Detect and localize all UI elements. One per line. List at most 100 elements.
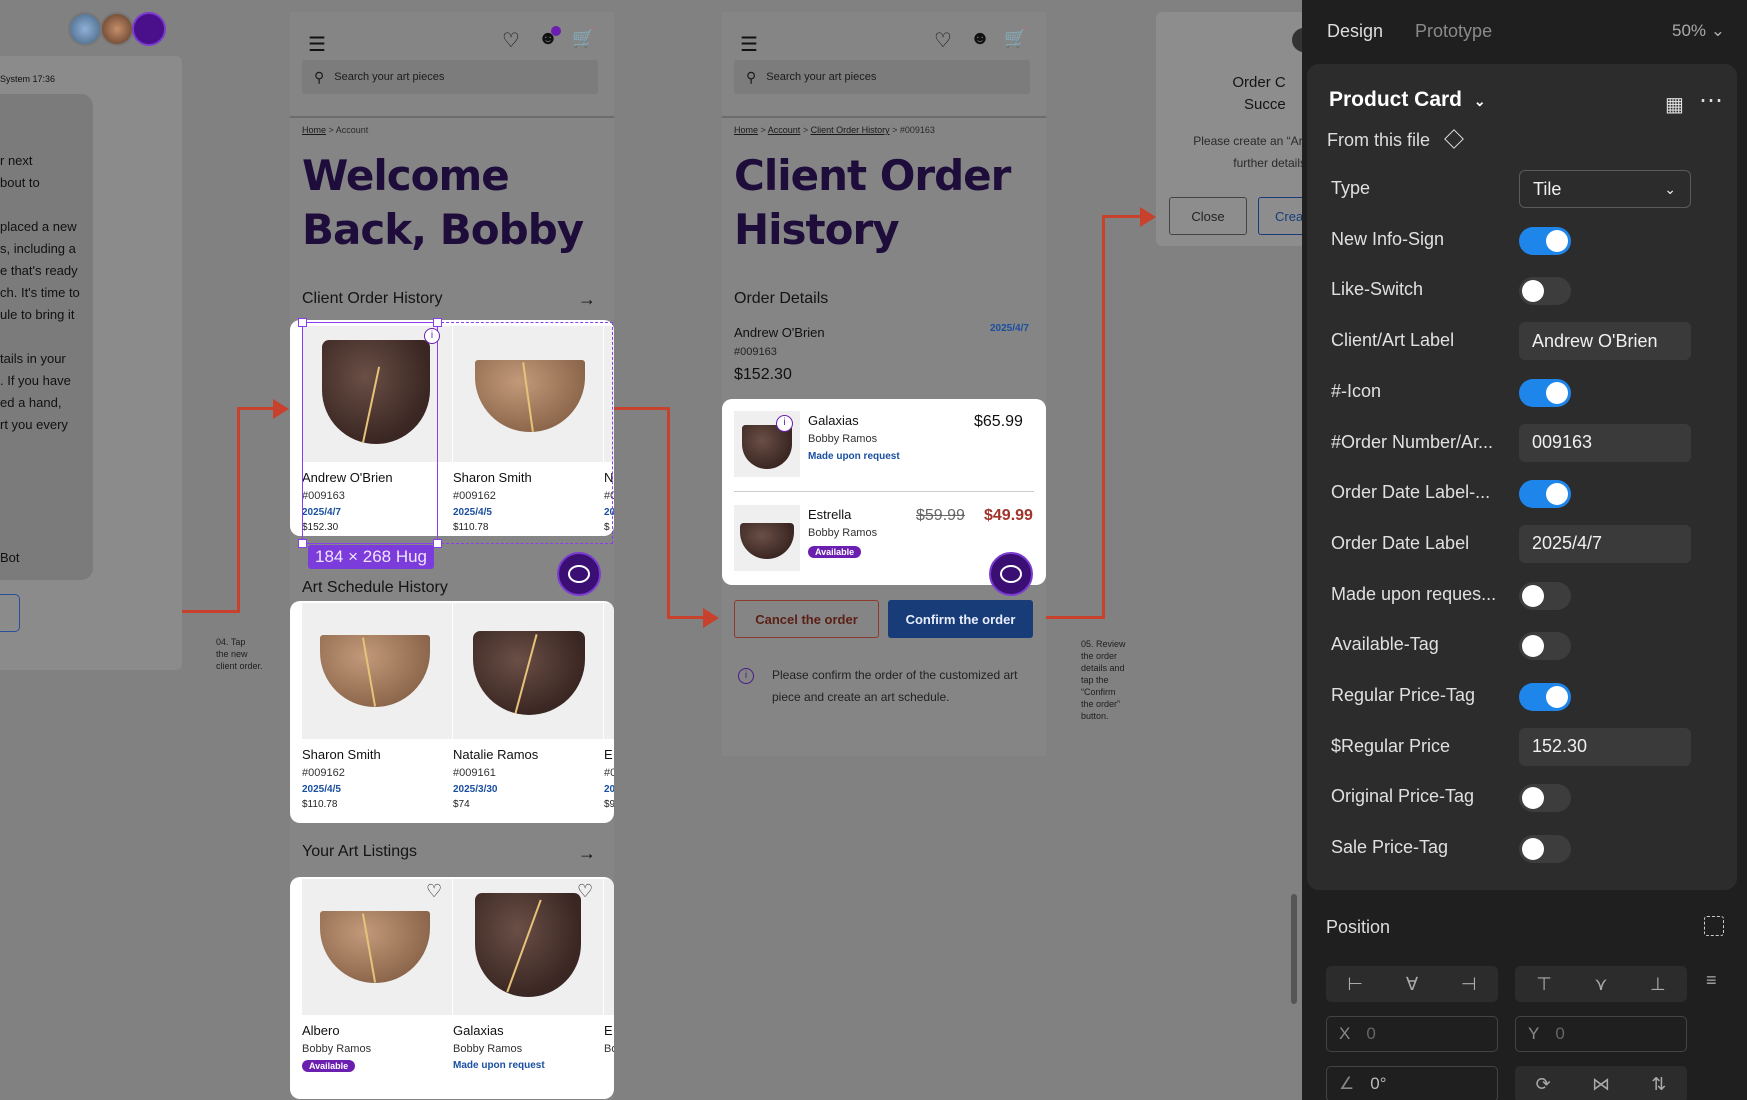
order-item[interactable]: Estrella Bobby Ramos Available $59.99 $4…: [734, 505, 1034, 575]
chat-icon[interactable]: [132, 12, 166, 46]
property-toggle[interactable]: [1519, 581, 1571, 610]
cancel-order-button[interactable]: Cancel the order: [734, 600, 879, 638]
menu-icon[interactable]: ☰: [740, 32, 758, 57]
grid-icon[interactable]: ▦: [1665, 92, 1684, 117]
order-item[interactable]: i Galaxias Bobby Ramos Made upon request…: [734, 411, 1034, 491]
breadcrumb-home[interactable]: Home: [734, 125, 758, 135]
align-bottom-icon[interactable]: ⊥: [1650, 974, 1666, 995]
note-line: details and: [1081, 663, 1125, 673]
component-title[interactable]: Product Card ⌄: [1329, 88, 1486, 112]
heart-icon[interactable]: ♡: [934, 28, 952, 53]
y-input[interactable]: Y 0: [1515, 1016, 1687, 1052]
artist-name: Bobby Ramos: [302, 1043, 372, 1055]
schedule-carousel[interactable]: Sharon Smith #009162 2025/4/5 $110.78 Na…: [290, 601, 614, 823]
align-top-icon[interactable]: ⊤: [1536, 974, 1552, 995]
heart-icon[interactable]: ♡: [502, 28, 520, 53]
flip-vertical-icon[interactable]: ⇅: [1651, 1074, 1666, 1095]
align-right-icon[interactable]: ⊣: [1461, 974, 1477, 995]
breadcrumb-account[interactable]: Account: [768, 125, 801, 135]
info-icon: i: [738, 668, 754, 684]
x-input[interactable]: X 0: [1326, 1016, 1498, 1052]
property-field[interactable]: Andrew O'Brien: [1519, 322, 1691, 361]
art-name: Galaxias: [808, 413, 859, 428]
canvas-scrollbar[interactable]: [1291, 894, 1297, 1004]
schedule-card[interactable]: E #0 20 $9: [604, 603, 614, 810]
component-source[interactable]: From this file: [1327, 129, 1464, 151]
art-name: Estrella: [808, 507, 852, 522]
property-toggle[interactable]: [1519, 683, 1571, 711]
listing-card[interactable]: ♡ Albero Bobby Ramos Available: [302, 879, 452, 1074]
property-toggle[interactable]: [1519, 632, 1571, 661]
property-toggle[interactable]: [1519, 480, 1571, 509]
close-dialog-icon[interactable]: [1292, 28, 1302, 52]
heart-icon[interactable]: ♡: [426, 881, 442, 902]
property-toggle[interactable]: [1519, 784, 1571, 813]
selection-handle[interactable]: [433, 318, 442, 327]
property-toggle[interactable]: [1519, 835, 1571, 864]
tab-design[interactable]: Design: [1327, 21, 1383, 42]
info-icon[interactable]: i: [776, 415, 793, 432]
distribute-icon[interactable]: ≡: [1706, 970, 1717, 991]
frame-account[interactable]: ☰ ♡ ☻ 🛒 ⚲ Search your art pieces Home > …: [290, 12, 614, 1100]
chat-fab[interactable]: [989, 552, 1033, 596]
note-05: 05. Review the order details and tap the “Co…: [1081, 638, 1126, 722]
property-field[interactable]: 2025/4/7: [1519, 524, 1691, 563]
more-icon[interactable]: ⋯: [1699, 86, 1723, 115]
listing-card[interactable]: E Bo: [604, 879, 614, 1055]
align-left-icon[interactable]: ⊢: [1347, 974, 1363, 995]
confirm-order-button[interactable]: Confirm the order: [888, 600, 1033, 638]
zoom-select[interactable]: 50% ⌄: [1672, 21, 1725, 41]
menu-icon[interactable]: ☰: [308, 32, 326, 57]
connector-2: [667, 407, 670, 619]
flip-horizontal-icon[interactable]: ⋈: [1592, 1074, 1610, 1095]
listings-carousel[interactable]: ♡ Albero Bobby Ramos Available ♡ Galaxia…: [290, 877, 614, 1099]
align-horizontal-group[interactable]: ⊢ ∀ ⊣: [1326, 966, 1498, 1002]
transform-group[interactable]: ⟳ ⋈ ⇅: [1515, 1066, 1687, 1100]
product-image: [453, 603, 603, 739]
arrow-right-icon[interactable]: →: [578, 843, 596, 864]
order-date: 20: [604, 784, 614, 795]
cart-icon[interactable]: 🛒: [572, 28, 594, 49]
property-field[interactable]: 152.30: [1519, 727, 1691, 766]
schedule-card[interactable]: Sharon Smith #009162 2025/4/5 $110.78: [302, 603, 452, 810]
search-input[interactable]: ⚲ Search your art pieces: [734, 60, 1030, 94]
account-icon[interactable]: ☻: [970, 28, 990, 50]
rotate-icon[interactable]: ⟳: [1536, 1074, 1551, 1095]
align-middle-icon[interactable]: ⋎: [1594, 974, 1607, 995]
align-center-icon[interactable]: ∀: [1406, 974, 1418, 995]
arrow-right-icon[interactable]: →: [578, 289, 596, 310]
type-select[interactable]: Tile ⌄: [1519, 170, 1691, 208]
property-toggle[interactable]: [1519, 277, 1571, 306]
property-toggle[interactable]: [1519, 378, 1571, 407]
breadcrumb-home[interactable]: Home: [302, 125, 326, 135]
page-title-line1: Client Order: [734, 151, 1011, 200]
chat-fab[interactable]: [557, 552, 601, 596]
sale-price: $49.99: [984, 507, 1033, 524]
chat-send-button[interactable]: [0, 594, 20, 632]
property-field[interactable]: 009163: [1519, 423, 1691, 462]
heart-icon[interactable]: ♡: [577, 881, 593, 902]
breadcrumb: Home > Account: [302, 125, 369, 135]
frame-order-details[interactable]: ☰ ♡ ☻ 🛒 ⚲ Search your art pieces Home > …: [722, 12, 1046, 756]
rotation-input[interactable]: ∠ 0°: [1326, 1066, 1498, 1100]
selection-handle[interactable]: [298, 539, 307, 548]
tab-prototype[interactable]: Prototype: [1415, 21, 1492, 42]
cart-icon[interactable]: 🛒: [1004, 28, 1026, 49]
design-canvas[interactable]: System 17:36 r next bout to placed a new s,…: [0, 0, 1302, 1100]
dialog-title-line2: Succe: [1244, 96, 1286, 113]
create-button[interactable]: Crea: [1258, 197, 1302, 235]
close-button[interactable]: Close: [1169, 197, 1247, 235]
selection-handle[interactable]: [433, 539, 442, 548]
property-value: Tile: [1533, 178, 1562, 199]
listing-card[interactable]: ♡ Galaxias Bobby Ramos Made upon request: [453, 879, 603, 1071]
selection-handle[interactable]: [298, 318, 307, 327]
search-input[interactable]: ⚲ Search your art pieces: [302, 60, 598, 94]
schedule-card[interactable]: Natalie Ramos #009161 2025/3/30 $74: [453, 603, 603, 810]
breadcrumb-orders[interactable]: Client Order History: [811, 125, 890, 135]
property-toggle[interactable]: [1519, 226, 1571, 255]
info-icon[interactable]: i: [424, 328, 440, 344]
align-vertical-group[interactable]: ⊤ ⋎ ⊥: [1515, 966, 1687, 1002]
property-label: $Regular Price: [1331, 735, 1451, 756]
breadcrumb-current: Account: [335, 125, 369, 135]
focus-icon[interactable]: [1704, 916, 1724, 936]
